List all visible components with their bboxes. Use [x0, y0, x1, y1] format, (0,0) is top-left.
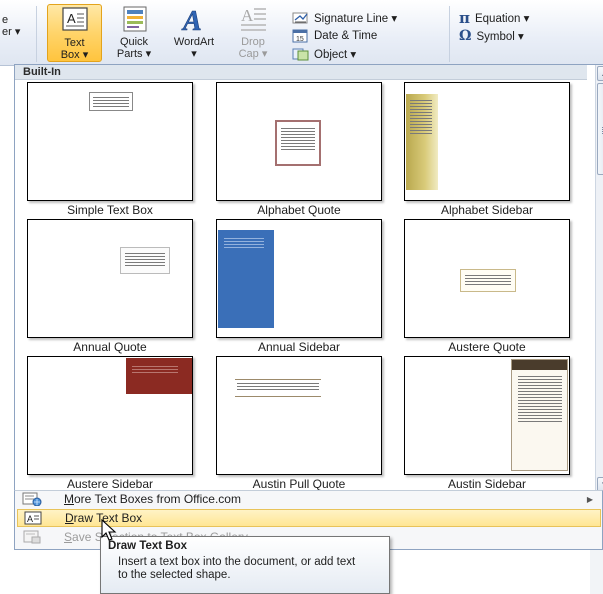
- globe-text-box-icon: [22, 492, 42, 507]
- tile-label: Annual Sidebar: [257, 340, 341, 354]
- austin-sidebar-thumbnail: [404, 356, 570, 475]
- svg-text:A: A: [67, 11, 76, 26]
- omega-icon: Ω: [459, 27, 472, 44]
- symbol-label: Symbol ▾: [476, 30, 524, 43]
- ribbon-divider-2: [449, 6, 450, 62]
- ribbon-divider: [36, 6, 37, 62]
- gallery-section-header: Built-In: [15, 65, 587, 80]
- date-time-button[interactable]: 15 Date & Time: [292, 27, 377, 44]
- date-time-label: Date & Time: [314, 29, 378, 42]
- scroll-up-arrow-icon[interactable]: ▲: [597, 66, 603, 81]
- tile-label: Austere Quote: [448, 340, 526, 354]
- austin-pull-quote-thumbnail: [216, 356, 382, 475]
- save-selection-icon: [22, 530, 42, 544]
- signature-line-button[interactable]: Signature Line ▾: [292, 9, 397, 26]
- drop-cap-label-2: Cap ▾: [238, 48, 268, 60]
- symbol-button[interactable]: Ω Symbol ▾: [459, 27, 524, 44]
- text-box-gallery: Built-In Simple Text Box Alphabet Quote …: [14, 64, 603, 495]
- drop-cap-label-1: Drop: [241, 36, 265, 48]
- gallery-scrollbar[interactable]: ▲ ▼: [595, 65, 603, 495]
- cut-off-label-2: er ▾: [2, 26, 21, 38]
- tile-label: Alphabet Quote: [257, 203, 341, 217]
- tile-label: Austin Pull Quote: [252, 477, 346, 491]
- svg-text:A: A: [27, 514, 33, 524]
- austere-sidebar-thumbnail: [27, 356, 193, 475]
- wordart-icon: A: [178, 4, 210, 38]
- tooltip: Draw Text Box Insert a text box into the…: [100, 536, 390, 594]
- insert-ribbon: e er ▾ A Text Box ▾ Quick Parts ▾ A Word…: [0, 0, 603, 66]
- object-label: Object ▾: [314, 48, 357, 61]
- scroll-thumb[interactable]: [597, 83, 603, 175]
- quick-parts-button[interactable]: Quick Parts ▾: [108, 4, 160, 62]
- more-text-boxes-item[interactable]: More Text Boxes from Office.com ▶: [17, 490, 601, 508]
- svg-text:A: A: [181, 6, 202, 34]
- tile-label: Austere Sidebar: [66, 477, 154, 491]
- alphabet-sidebar-thumbnail: [404, 82, 570, 201]
- wordart-label-2: ▾: [191, 48, 197, 60]
- cut-off-button[interactable]: e er ▾: [2, 14, 20, 38]
- simple-text-box-thumbnail: [27, 82, 193, 201]
- quick-parts-label-2: Parts ▾: [116, 48, 152, 60]
- tile-label: Alphabet Sidebar: [440, 203, 534, 217]
- mouse-pointer-icon: [100, 518, 120, 543]
- annual-quote-thumbnail: [27, 219, 193, 338]
- draw-text-box-icon: A: [23, 511, 43, 525]
- wordart-label-1: WordArt: [173, 36, 215, 48]
- pi-icon: π: [459, 8, 470, 27]
- object-icon: [292, 47, 310, 61]
- more-text-boxes-label: More Text Boxes from Office.com: [64, 492, 241, 506]
- annual-sidebar-thumbnail: [216, 219, 382, 338]
- quick-parts-label-1: Quick: [119, 36, 149, 48]
- text-box-label-2: Box ▾: [60, 49, 89, 61]
- tile-label: Simple Text Box: [67, 203, 153, 217]
- svg-text:15: 15: [296, 36, 304, 43]
- submenu-arrow-icon: ▶: [586, 494, 593, 504]
- signature-line-label: Signature Line ▾: [314, 12, 398, 25]
- tooltip-title: Draw Text Box: [108, 540, 188, 552]
- quick-parts-icon: [118, 4, 150, 34]
- calendar-icon: 15: [292, 29, 310, 43]
- svg-text:A: A: [241, 6, 254, 25]
- text-box-label-1: Text: [64, 37, 85, 49]
- equation-button[interactable]: π Equation ▾: [459, 8, 530, 27]
- text-box-button[interactable]: A Text Box ▾: [47, 4, 102, 62]
- equation-label: Equation ▾: [474, 12, 530, 25]
- text-box-icon: A: [59, 5, 91, 35]
- austere-quote-thumbnail: [404, 219, 570, 338]
- wordart-button[interactable]: A WordArt ▾: [163, 4, 225, 62]
- background-area: [590, 550, 603, 594]
- alphabet-quote-thumbnail: [216, 82, 382, 201]
- object-button[interactable]: Object ▾: [292, 45, 356, 62]
- tooltip-body: Insert a text box into the document, or …: [118, 556, 356, 581]
- drop-cap-icon: A: [237, 4, 269, 34]
- tile-label: Austin Sidebar: [447, 477, 527, 491]
- cut-off-label-1: e: [2, 14, 9, 26]
- tile-label: Annual Quote: [73, 340, 147, 354]
- signature-line-icon: [292, 11, 310, 25]
- drop-cap-button[interactable]: A Drop Cap ▾: [230, 4, 276, 62]
